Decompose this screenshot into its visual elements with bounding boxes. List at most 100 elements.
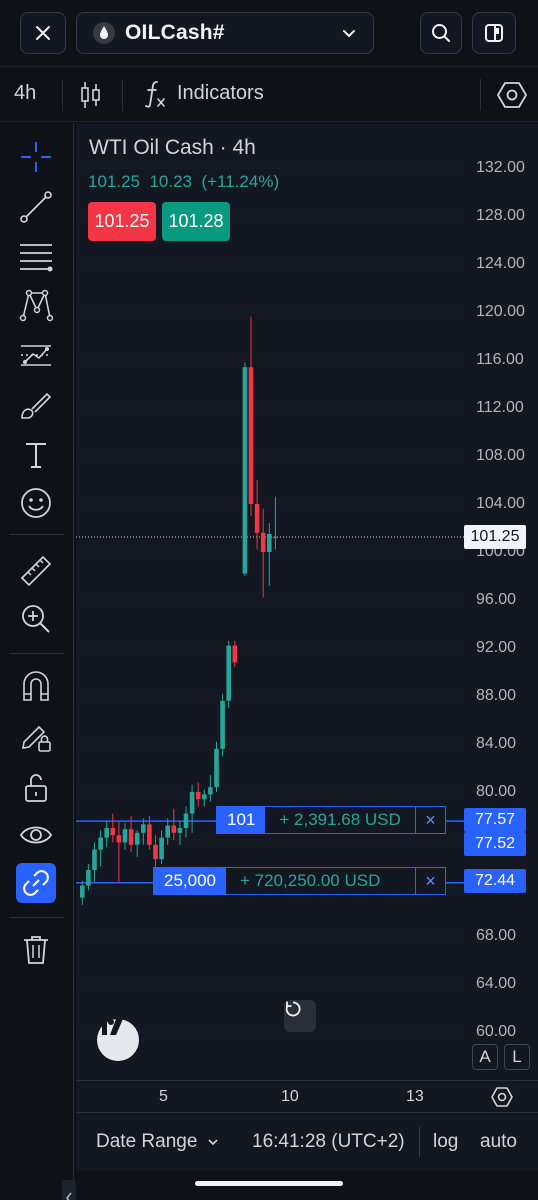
current-price-tag: 101.25 [464, 525, 526, 549]
candle-body [171, 825, 177, 833]
reset-chart-button[interactable] [284, 1000, 316, 1032]
close-button[interactable] [20, 12, 66, 54]
chart-title: WTI Oil Cash · 4h [89, 136, 256, 159]
candle-body [226, 645, 231, 701]
candle-body [128, 829, 134, 845]
last-price: 101.25 [88, 172, 140, 191]
symbol-selector[interactable]: OILCash# [76, 12, 374, 54]
tradingview-logo [97, 1019, 139, 1061]
candle-body [92, 849, 97, 870]
trend-line-tool[interactable] [16, 187, 56, 227]
price-tick: 80.00 [476, 783, 517, 800]
price-change-percent: (+11.24%) [201, 172, 280, 191]
price-tick: 68.00 [476, 927, 517, 944]
clock-timezone[interactable]: 16:41:28 (UTC+2) [252, 1131, 405, 1153]
position-line-2[interactable]: 25,000 + 720,250.00 USD × [153, 867, 446, 895]
price-tick: 112.00 [476, 399, 524, 416]
ruler-icon [20, 555, 52, 587]
chart-settings-icon[interactable] [490, 1085, 514, 1109]
rotate-icon [285, 1001, 301, 1017]
sync-drawings-tool[interactable] [16, 863, 56, 903]
remove-drawings-tool[interactable] [16, 929, 56, 969]
indicators-button[interactable]: Indicators [177, 82, 264, 105]
position-pnl: + 720,250.00 USD [240, 871, 381, 890]
buy-button[interactable]: 101.28 [162, 202, 230, 241]
unlock-icon [25, 774, 47, 802]
log-scale-button[interactable]: L [504, 1044, 530, 1070]
candle-body [104, 828, 109, 838]
link-icon [23, 870, 49, 896]
toolbar-divider [62, 79, 63, 111]
candle-body [141, 824, 146, 833]
close-position-button[interactable]: × [415, 868, 445, 894]
forecast-tool[interactable] [16, 335, 56, 375]
position-quantity[interactable]: 25,000 [154, 868, 226, 894]
candle-body [273, 537, 278, 538]
candle-body [242, 367, 248, 574]
candle-body [183, 813, 189, 828]
panel-layout-icon [485, 24, 503, 42]
candle-body [86, 870, 91, 886]
candle-body [189, 792, 195, 814]
layout-button[interactable] [472, 12, 516, 54]
auto-toggle[interactable]: auto [480, 1131, 517, 1153]
search-icon [432, 24, 450, 42]
candlestick-chart-type-icon[interactable] [80, 80, 102, 110]
timeframe-selector[interactable]: 4h [14, 82, 36, 105]
auto-scale-button[interactable]: A [472, 1044, 498, 1070]
lock-all-tool[interactable] [16, 767, 56, 807]
fib-tool[interactable] [16, 237, 56, 277]
visibility-tool[interactable] [16, 815, 56, 855]
oil-drop-icon [93, 22, 115, 44]
date-range-label: Date Range [96, 1131, 198, 1152]
emoji-tool[interactable] [16, 483, 56, 523]
trend-line-icon [20, 191, 52, 223]
sidebar-divider [10, 653, 64, 654]
settings-icon[interactable] [496, 79, 528, 111]
position-line-1[interactable]: 101 + 2,391.68 USD × [216, 806, 446, 834]
price-chart-canvas[interactable] [76, 124, 538, 1080]
sell-button[interactable]: 101.25 [88, 202, 156, 241]
candle-body [208, 787, 213, 795]
crosshair-tool[interactable] [16, 137, 56, 177]
search-button[interactable] [420, 12, 462, 54]
candle-body [80, 885, 85, 898]
candle-body [110, 828, 116, 836]
position-pnl: + 2,391.68 USD [279, 810, 401, 829]
magnet-tool[interactable] [16, 667, 56, 707]
price-change: 10.23 [149, 172, 192, 191]
measure-tool[interactable] [16, 551, 56, 591]
time-axis[interactable]: 5 10 13 [76, 1080, 538, 1112]
price-tick: 120.00 [476, 303, 525, 320]
time-tick: 10 [281, 1088, 299, 1105]
brush-tool[interactable] [16, 385, 56, 425]
pattern-tool[interactable] [16, 285, 56, 325]
zoom-tool[interactable] [16, 599, 56, 639]
close-position-button[interactable]: × [415, 807, 445, 833]
candle-body [153, 844, 158, 860]
position-quantity[interactable]: 101 [217, 807, 266, 833]
candle-body [248, 367, 254, 504]
log-toggle[interactable]: log [433, 1131, 458, 1153]
order-price-tag: 72.44 [464, 869, 526, 893]
bottom-divider [419, 1127, 420, 1157]
candle-body [254, 504, 260, 533]
price-tick: 88.00 [476, 687, 517, 704]
candle-body [202, 794, 207, 800]
date-range-button[interactable]: Date Range [96, 1131, 219, 1153]
collapse-sidebar-button[interactable] [62, 1180, 76, 1200]
candle-body [195, 792, 201, 800]
indicators-fx-icon[interactable] [144, 79, 168, 109]
candle-body [177, 828, 183, 833]
price-tick: 60.00 [476, 1023, 517, 1040]
crosshair-icon [21, 142, 51, 172]
legend-values: 101.25 10.23 (+11.24%) [88, 172, 279, 192]
text-tool[interactable] [16, 435, 56, 475]
candle-body [134, 832, 140, 845]
horizontal-lines-icon [20, 244, 53, 272]
lock-drawing-tool[interactable] [16, 717, 56, 757]
drawing-tools-sidebar [0, 123, 76, 1200]
chevron-left-icon [65, 1192, 72, 1200]
price-tick: 104.00 [476, 495, 525, 512]
chart-pane[interactable]: WTI Oil Cash · 4h 101.25 10.23 (+11.24%)… [76, 124, 538, 1080]
